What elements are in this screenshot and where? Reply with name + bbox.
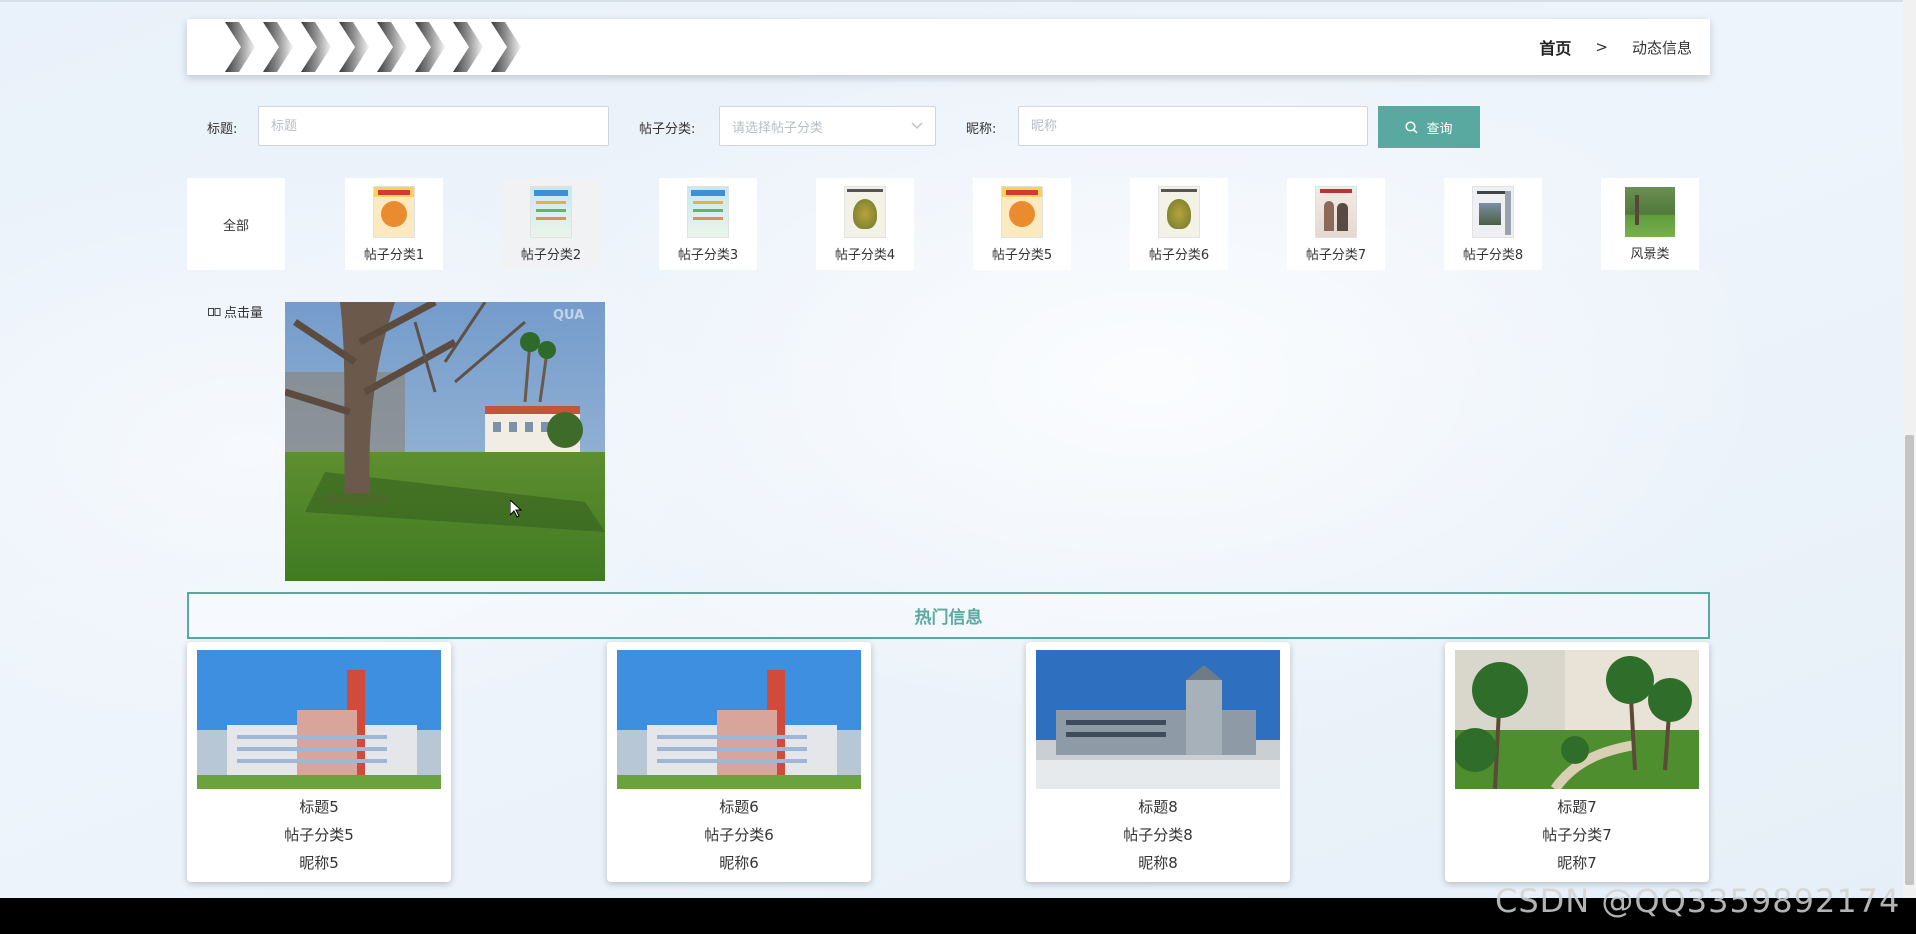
category-item-3[interactable]: 帖子分类3: [659, 178, 757, 270]
hot-card-title: 标题5: [299, 798, 339, 816]
top-border: [0, 0, 1916, 2]
hot-card-nickname: 昵称6: [719, 854, 759, 872]
hot-card-category: 帖子分类8: [1123, 826, 1193, 844]
breadcrumb-current: 动态信息: [1631, 38, 1692, 57]
hot-card-image: [617, 650, 861, 789]
photo-watermark: QUA: [553, 308, 584, 323]
magazine-cover-image: [373, 185, 415, 238]
nickname-label: 昵称:: [966, 122, 997, 137]
hot-card[interactable]: 标题7 帖子分类7 昵称7: [1445, 642, 1709, 882]
category-item-8[interactable]: 帖子分类8: [1444, 178, 1542, 270]
hot-card-image: [197, 650, 441, 789]
category-item-5[interactable]: 帖子分类5: [973, 178, 1071, 270]
breadcrumb-separator: >: [1595, 38, 1608, 56]
category-label: 帖子分类6: [1148, 247, 1210, 263]
hot-card-title: 标题6: [719, 798, 759, 816]
category-select[interactable]: 请选择帖子分类: [719, 106, 936, 146]
hot-card-category: 帖子分类6: [704, 826, 774, 844]
magazine-cover-image: [1315, 185, 1357, 238]
category-item-all[interactable]: 全部: [187, 178, 285, 270]
category-label: 帖子分类8: [1462, 247, 1524, 263]
hits-label: 点击量: [224, 306, 264, 321]
hot-card[interactable]: 标题5 帖子分类5 昵称5: [187, 642, 451, 882]
post-photo[interactable]: QUA: [285, 302, 605, 581]
hot-card-title: 标题8: [1138, 798, 1178, 816]
category-label: 帖子分类4: [834, 247, 896, 263]
chevron-decoration-icon: [225, 22, 521, 72]
category-label: 帖子分类2: [520, 247, 582, 263]
hot-card-nickname: 昵称5: [299, 854, 339, 872]
category-item-6[interactable]: 帖子分类6: [1130, 178, 1228, 270]
category-select-placeholder: 请选择帖子分类: [732, 120, 824, 136]
hot-card-nickname: 昵称7: [1557, 854, 1597, 872]
scrollbar-thumb[interactable]: [1905, 435, 1914, 885]
nickname-input[interactable]: [1018, 106, 1368, 146]
category-label: 帖子分类:: [639, 122, 696, 137]
page-header: 首页 > 动态信息: [187, 19, 1710, 75]
csdn-watermark: CSDN @QQ3359892174: [1495, 882, 1901, 920]
category-item-2[interactable]: 帖子分类2: [502, 178, 600, 270]
mouse-cursor-icon: [510, 500, 522, 518]
hot-card[interactable]: 标题8 帖子分类8 昵称8: [1026, 642, 1290, 882]
category-item-7[interactable]: 帖子分类7: [1287, 178, 1385, 270]
palm-garden-image: [1455, 650, 1699, 789]
magazine-cover-image: [530, 185, 572, 238]
title-label: 标题:: [207, 122, 238, 137]
category-label: 帖子分类7: [1305, 247, 1367, 263]
hot-card[interactable]: 标题6 帖子分类6 昵称6: [607, 642, 871, 882]
search-button-label: 查询: [1426, 121, 1453, 137]
hot-card-category: 帖子分类7: [1542, 826, 1612, 844]
hits-sort-option[interactable]: 点击量: [208, 302, 263, 321]
hot-section-title: 热门信息: [187, 592, 1710, 639]
search-button[interactable]: 查询: [1378, 106, 1480, 148]
hot-card-image: [1036, 650, 1280, 789]
magazine-cover-image: [844, 185, 886, 238]
hot-card-category: 帖子分类5: [284, 826, 354, 844]
category-label: 帖子分类3: [677, 247, 739, 263]
hot-card-nickname: 昵称8: [1138, 854, 1178, 872]
category-item-scenery[interactable]: 风景类: [1601, 178, 1699, 270]
scenery-thumbnail-image: [1625, 186, 1675, 237]
category-label: 帖子分类5: [991, 247, 1053, 263]
magazine-cover-image: [1158, 185, 1200, 238]
gray-building-image: [1036, 650, 1280, 789]
magazine-cover-image: [1001, 185, 1043, 238]
title-input[interactable]: [258, 106, 609, 146]
magazine-cover-image: [1472, 185, 1514, 238]
magazine-cover-image: [687, 185, 729, 238]
category-label: 帖子分类1: [363, 247, 425, 263]
chevron-down-icon: [911, 122, 923, 129]
campus-tree-photo-image: QUA: [285, 302, 605, 581]
category-label: 风景类: [1630, 246, 1670, 262]
hot-section-title-text: 热门信息: [914, 608, 983, 628]
category-item-1[interactable]: 帖子分类1: [345, 178, 443, 270]
broken-image-icon: [208, 307, 221, 316]
school-building-image: [197, 650, 441, 789]
category-label: 全部: [222, 218, 249, 234]
hot-card-title: 标题7: [1557, 798, 1597, 816]
breadcrumb: 首页 > 动态信息: [1539, 19, 1692, 75]
breadcrumb-home-link[interactable]: 首页: [1539, 35, 1571, 59]
hot-card-image: [1455, 650, 1699, 789]
search-icon: [1405, 120, 1419, 134]
category-item-4[interactable]: 帖子分类4: [816, 178, 914, 270]
school-building-image: [617, 650, 861, 789]
